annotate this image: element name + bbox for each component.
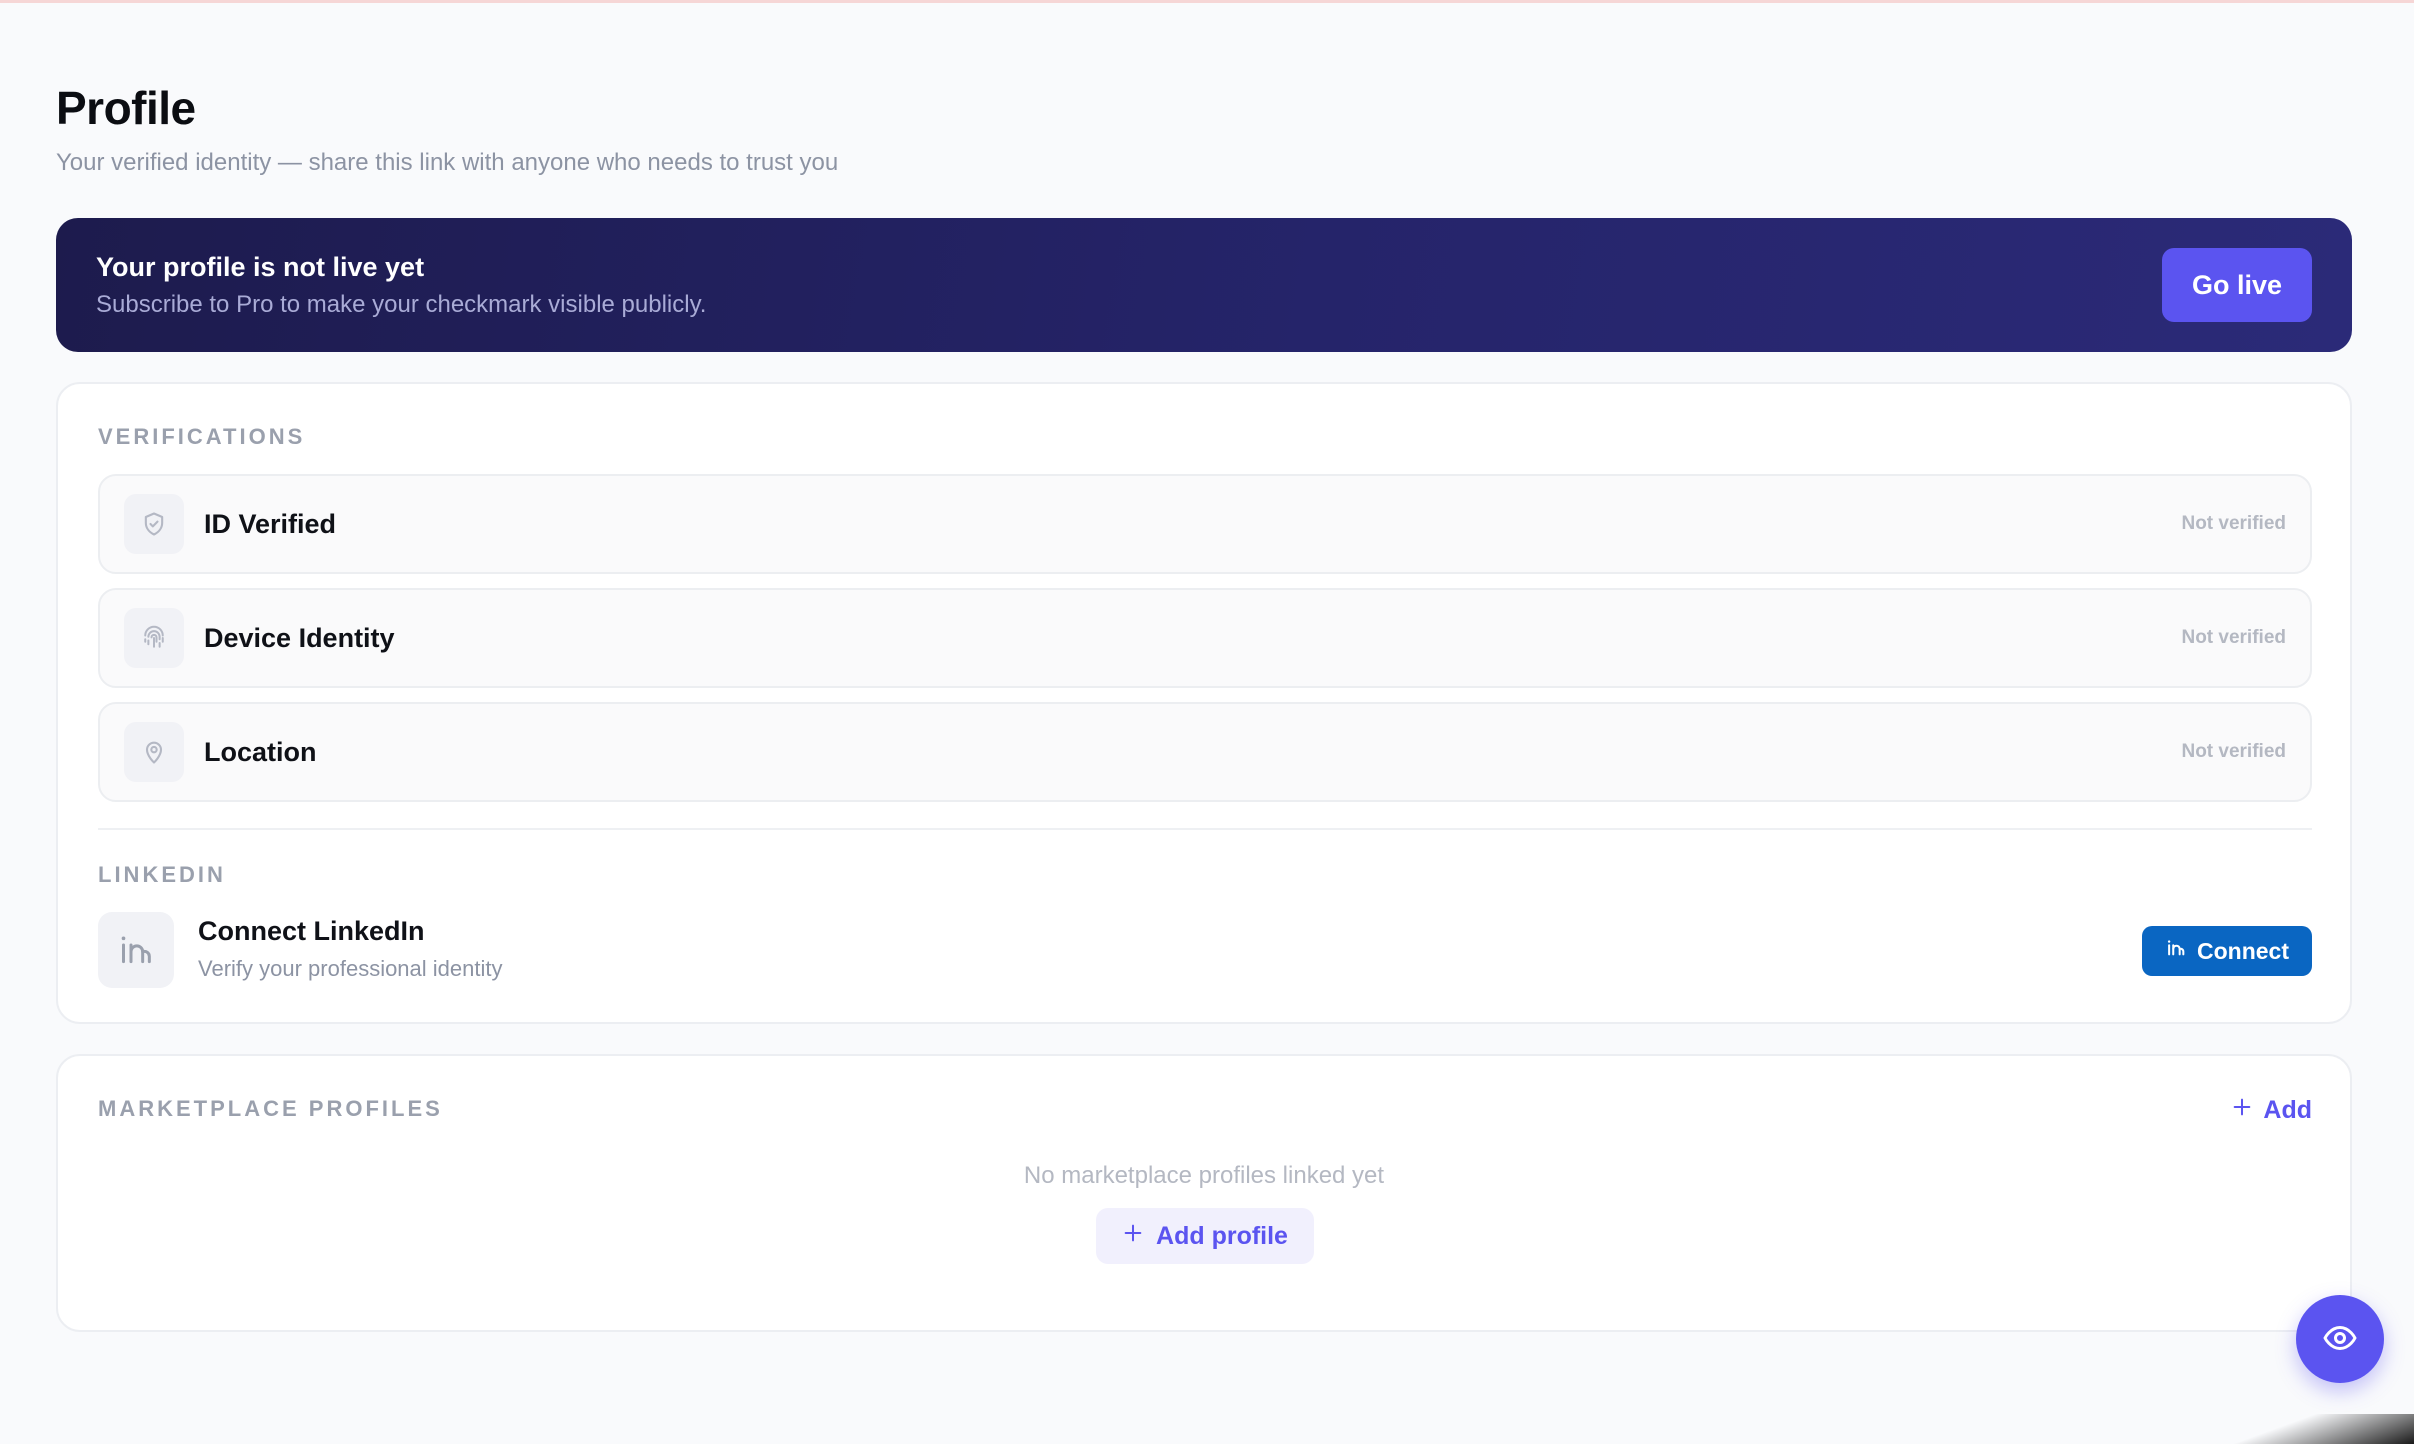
- linkedin-title: Connect LinkedIn: [198, 916, 425, 946]
- fingerprint-icon: [124, 608, 184, 668]
- add-profile-button[interactable]: Add profile: [1096, 1208, 1314, 1264]
- eye-icon: [2322, 1320, 2358, 1359]
- plus-icon: [2231, 1096, 2253, 1125]
- plus-icon: [1122, 1222, 1144, 1251]
- linkedin-icon: [98, 912, 174, 988]
- verification-row-location[interactable]: Location Not verified: [98, 702, 2312, 802]
- top-accent-line: [0, 0, 2414, 3]
- verification-row-id[interactable]: ID Verified Not verified: [98, 474, 2312, 574]
- add-profile-label: Add profile: [1156, 1221, 1288, 1250]
- page-header: Profile Your verified identity — share t…: [56, 84, 2352, 178]
- page-subtitle: Your verified identity — share this link…: [56, 149, 839, 176]
- verification-name: Device Identity: [204, 622, 395, 653]
- banner-subtitle: Subscribe to Pro to make your checkmark …: [96, 291, 707, 318]
- page-title: Profile: [56, 82, 196, 134]
- verification-name: ID Verified: [204, 508, 337, 539]
- verifications-card: VERIFICATIONS ID Verified Not verified D…: [56, 382, 2352, 1024]
- connect-button-label: Connect: [2197, 937, 2289, 964]
- verification-name: Location: [204, 736, 317, 767]
- linkedin-icon: [2165, 937, 2187, 965]
- marketplace-section-label: MARKETPLACE PROFILES: [98, 1096, 443, 1121]
- marketplace-empty-text: No marketplace profiles linked yet: [1023, 1162, 1385, 1189]
- banner-text: Your profile is not live yet Subscribe t…: [96, 250, 706, 320]
- go-live-button[interactable]: Go live: [2162, 248, 2312, 322]
- connect-linkedin-button[interactable]: Connect: [2142, 926, 2312, 976]
- add-link-label: Add: [2263, 1096, 2312, 1124]
- shield-check-icon: [124, 494, 184, 554]
- preview-fab-button[interactable]: [2296, 1295, 2384, 1383]
- verification-status: Not verified: [2181, 513, 2286, 534]
- window-corner-shade: [2134, 1414, 2414, 1444]
- verification-status: Not verified: [2181, 627, 2286, 648]
- map-pin-icon: [124, 722, 184, 782]
- section-divider: [98, 828, 2312, 830]
- not-live-banner: Your profile is not live yet Subscribe t…: [56, 218, 2352, 352]
- linkedin-section-label: LINKEDIN: [98, 862, 226, 887]
- verification-row-device[interactable]: Device Identity Not verified: [98, 588, 2312, 688]
- marketplace-card: MARKETPLACE PROFILES Add No marketplace …: [56, 1054, 2352, 1332]
- banner-title: Your profile is not live yet: [96, 252, 425, 282]
- linkedin-subtitle: Verify your professional identity: [198, 956, 503, 981]
- add-marketplace-link[interactable]: Add: [2231, 1096, 2312, 1125]
- verifications-section-label: VERIFICATIONS: [98, 424, 306, 449]
- verification-status: Not verified: [2181, 741, 2286, 762]
